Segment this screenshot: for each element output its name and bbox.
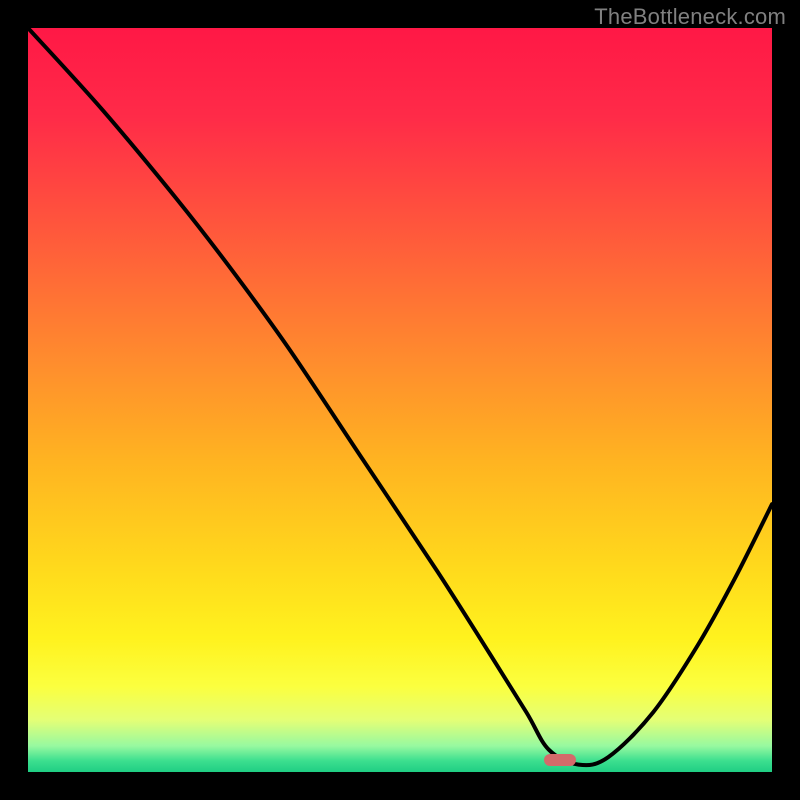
watermark-text: TheBottleneck.com: [594, 4, 786, 30]
plot-area: [28, 28, 772, 772]
chart-frame: TheBottleneck.com: [0, 0, 800, 800]
optimal-marker: [544, 754, 576, 766]
bottleneck-curve: [28, 28, 772, 772]
